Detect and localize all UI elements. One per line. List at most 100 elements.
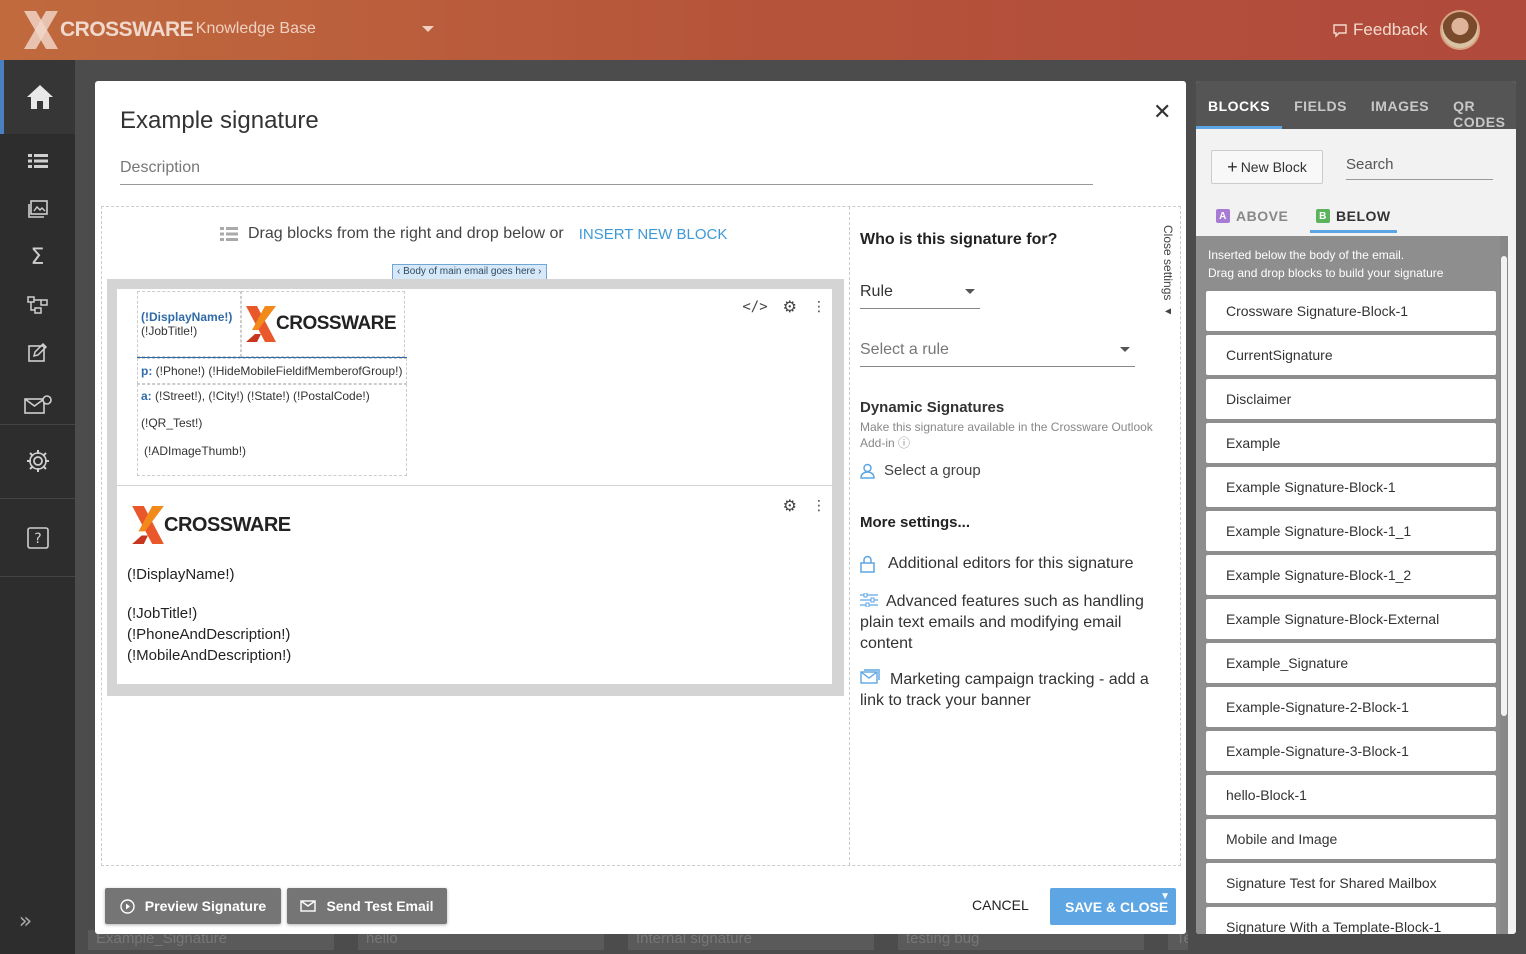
list-icon [27, 154, 48, 168]
app-switcher-caret-icon[interactable] [422, 26, 434, 32]
marketing-tracking-label: Marketing campaign tracking - add a link… [860, 671, 1149, 709]
block-search-input[interactable]: Search [1346, 156, 1493, 180]
signature-canvas-pane: Drag blocks from the right and drop belo… [102, 207, 850, 865]
feedback-button[interactable]: Feedback [1332, 20, 1428, 40]
tab-above[interactable]: A ABOVE [1216, 208, 1288, 224]
list-item[interactable]: Example Signature-Block-1 [1206, 467, 1496, 507]
list-item[interactable]: Example_Signature [1206, 643, 1496, 683]
contact-fields: (!JobTitle!) (!PhoneAndDescription!) (!M… [127, 603, 291, 666]
app-subtitle[interactable]: - Knowledge Base [186, 20, 316, 38]
job-title-field: (!JobTitle!) [141, 324, 198, 338]
block2-logo: CROSSWARE [132, 506, 291, 544]
additional-editors-link[interactable]: Additional editors for this signature [860, 555, 1133, 573]
preview-signature-label: Preview Signature [144, 898, 267, 914]
select-group-button[interactable]: Select a group [860, 462, 981, 479]
nav-gallery[interactable] [0, 196, 75, 222]
rule-type-select[interactable]: Rule [860, 283, 980, 309]
list-item[interactable]: Example-Signature-3-Block-1 [1206, 731, 1496, 771]
nav-flow[interactable] [0, 292, 75, 318]
list-item[interactable]: Disclaimer [1206, 379, 1496, 419]
list-item[interactable]: Example Signature-Block-1_1 [1206, 511, 1496, 551]
nav-divider [0, 498, 75, 499]
gear-icon[interactable]: ⚙ [783, 297, 797, 316]
rule-select[interactable]: Select a rule [860, 341, 1135, 367]
nav-mail-settings[interactable] [0, 392, 75, 418]
tab-images[interactable]: IMAGES [1359, 81, 1441, 129]
crossware-logo[interactable]: CROSSWARE [24, 10, 194, 50]
list-item[interactable]: Example-Signature-2-Block-1 [1206, 687, 1496, 727]
image-field: (!ADImageThumb!) [144, 444, 247, 458]
address-row: a: (!Street!), (!City!) (!State!) (!Post… [141, 389, 403, 403]
chat-bubble-icon [1333, 24, 1347, 38]
more-vert-icon[interactable]: ⋮ [812, 498, 826, 514]
list-item[interactable]: Signature With a Template-Block-1 [1206, 907, 1496, 934]
save-close-label: SAVE & CLOSE [1065, 898, 1169, 915]
advanced-features-label: Advanced features such as handling plain… [860, 593, 1144, 652]
save-close-button[interactable]: SAVE & CLOSE ▼ [1050, 888, 1176, 925]
code-icon[interactable]: </> [742, 299, 767, 315]
advanced-features-link[interactable]: Advanced features such as handling plain… [860, 591, 1160, 654]
signature-editor: Drag blocks from the right and drop belo… [101, 206, 1181, 866]
tab-qr-codes[interactable]: QR CODES [1441, 81, 1516, 130]
block-toolbar: </> ⚙ ⋮ [742, 297, 826, 316]
tab-below[interactable]: B BELOW [1310, 208, 1397, 233]
close-icon[interactable]: ✕ [1153, 99, 1171, 125]
signature-block-2[interactable]: ⚙ ⋮ CROSSWARE (!DisplayName!) (!JobTitle… [117, 486, 832, 684]
signature-header-row: (!DisplayName!) (!JobTitle!) CROSSWARE [137, 291, 407, 357]
send-test-email-label: Send Test Email [326, 898, 434, 914]
chevron-down-icon[interactable]: ▼ [1160, 891, 1170, 902]
mobile-field: (!MobileAndDescription!) [127, 647, 292, 664]
address-field: (!Street!), (!City!) (!State!) (!PostalC… [155, 389, 370, 403]
crossware-x-icon [132, 506, 164, 544]
list-item[interactable]: Crossware Signature-Block-1 [1206, 291, 1496, 331]
sliders-icon [860, 592, 878, 608]
list-item[interactable]: Mobile and Image [1206, 819, 1496, 859]
top-bar: CROSSWARE - Knowledge Base Feedback [0, 0, 1526, 60]
nav-list[interactable] [0, 148, 75, 174]
new-block-button[interactable]: + New Block [1211, 150, 1323, 184]
nav-settings[interactable] [0, 448, 75, 474]
signature-block-1[interactable]: </> ⚙ ⋮ (!DisplayName!) (!JobTitle!) CRO… [117, 289, 832, 485]
tab-fields[interactable]: FIELDS [1282, 81, 1359, 129]
list-icon [220, 227, 238, 241]
list-item[interactable]: Example Signature-Block-External [1206, 599, 1496, 639]
nav-edit[interactable] [0, 340, 75, 366]
list-item[interactable]: Example Signature-Block-1_2 [1206, 555, 1496, 595]
dialog-title[interactable]: Example signature [120, 107, 319, 135]
lock-icon [860, 555, 875, 573]
marketing-tracking-link[interactable]: Marketing campaign tracking - add a link… [860, 669, 1165, 711]
qr-field: (!QR_Test!) [141, 416, 203, 430]
list-item[interactable]: CurrentSignature [1206, 335, 1496, 375]
insert-new-block-link[interactable]: INSERT NEW BLOCK [579, 226, 728, 243]
list-item[interactable]: Signature Test for Shared Mailbox [1206, 863, 1496, 903]
gear-icon[interactable]: ⚙ [783, 496, 797, 515]
scrollbar-thumb[interactable] [1501, 256, 1507, 716]
nav-home[interactable] [0, 60, 75, 134]
left-navigation: Σ ? » [0, 60, 75, 954]
more-vert-icon[interactable]: ⋮ [812, 299, 826, 315]
list-item[interactable]: hello-Block-1 [1206, 775, 1496, 815]
tab-blocks[interactable]: BLOCKS [1196, 81, 1283, 129]
display-name-field: (!DisplayName!) [141, 310, 233, 324]
drag-hint: Drag blocks from the right and drop belo… [220, 225, 727, 243]
send-test-email-button[interactable]: Send Test Email [287, 888, 447, 924]
below-label: BELOW [1336, 208, 1391, 224]
block-list-info-line: Drag and drop blocks to build your signa… [1208, 266, 1444, 280]
above-chip-icon: A [1216, 209, 1230, 223]
sigma-icon: Σ [30, 244, 45, 270]
gallery-icon [27, 200, 48, 218]
list-item[interactable]: Example [1206, 423, 1496, 463]
block-list-scrollbar[interactable] [1500, 236, 1508, 934]
preview-signature-button[interactable]: Preview Signature [105, 888, 281, 924]
phone-label: p: [141, 364, 153, 378]
logo-cell: CROSSWARE [241, 291, 405, 357]
nav-fields[interactable]: Σ [0, 244, 75, 270]
user-avatar[interactable] [1440, 10, 1480, 50]
nav-expand[interactable]: » [0, 908, 63, 934]
user-icon [860, 463, 875, 479]
description-field[interactable]: Description [120, 159, 1093, 185]
cancel-button[interactable]: CANCEL [972, 897, 1029, 913]
close-settings-toggle[interactable]: Close settings ◂ [1161, 225, 1175, 318]
expand-icon: » [18, 908, 33, 934]
nav-help[interactable]: ? [0, 524, 75, 552]
